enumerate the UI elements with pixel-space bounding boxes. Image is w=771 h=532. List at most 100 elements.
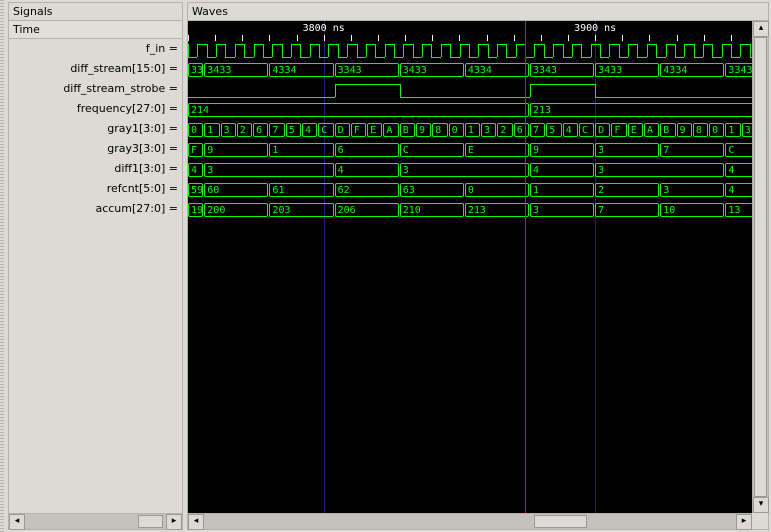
wave-row-gray3[interactable]: F916CE937C	[188, 141, 768, 161]
bus-value: 62	[335, 183, 399, 197]
bus-value: 7	[530, 123, 545, 137]
bus-value: 210	[400, 203, 464, 217]
wave-row-f_in[interactable]	[188, 41, 768, 61]
bus-value: 3	[530, 203, 594, 217]
bus-value: 3	[204, 163, 333, 177]
signal-name[interactable]: gray3[3:0] =	[9, 139, 182, 159]
bus-value: 2	[595, 183, 659, 197]
bus-value: 5	[286, 123, 301, 137]
bus-value: 4	[188, 163, 203, 177]
bus-value: 8	[693, 123, 708, 137]
bus-value: 213	[530, 103, 768, 117]
bus-value: 7	[660, 143, 724, 157]
bus-value: 1	[725, 123, 740, 137]
bus-value: 3	[595, 143, 659, 157]
signals-panel: Signals Time f_in =diff_stream[15:0] =di…	[8, 2, 183, 530]
bus-value: 3343	[530, 63, 594, 77]
bus-value: 9	[416, 123, 431, 137]
wave-row-diff_stream[interactable]: 33+343343343343343343343343343343343343	[188, 61, 768, 81]
bus-value: 4334	[269, 63, 333, 77]
signal-name[interactable]: diff1[3:0] =	[9, 159, 182, 179]
bus-value: 7	[595, 203, 659, 217]
bus-value: 3	[481, 123, 496, 137]
scroll-track[interactable]	[753, 37, 768, 497]
bus-value: 6	[253, 123, 268, 137]
bus-value: 1	[530, 183, 594, 197]
time-cursor[interactable]	[525, 21, 526, 513]
waves-v-scroll[interactable]: ▴ ▾	[752, 21, 768, 513]
timeline[interactable]: 3800 ns 3900 ns	[188, 21, 768, 41]
wave-row-frequency[interactable]: 214213	[188, 101, 768, 121]
time-label: 3900 ns	[574, 23, 616, 34]
bus-value: 4334	[465, 63, 529, 77]
bus-value: D	[595, 123, 610, 137]
bus-value: 61	[269, 183, 333, 197]
scroll-up-icon[interactable]: ▴	[753, 21, 769, 37]
scroll-left-icon[interactable]: ◂	[188, 514, 204, 530]
bus-value: 3433	[204, 63, 268, 77]
bus-value: 2	[237, 123, 252, 137]
signal-name[interactable]: accum[27:0] =	[9, 199, 182, 219]
waves-canvas[interactable]: 3800 ns3900 ns33+34334334334334334334334…	[188, 21, 768, 513]
scroll-thumb[interactable]	[138, 515, 163, 528]
bus-value: C	[400, 143, 464, 157]
wave-row-gray1[interactable]: 01326754CDFEAB9801326754CDFEAB9801326	[188, 121, 768, 141]
bus-value: E	[628, 123, 643, 137]
bus-value: 206	[335, 203, 399, 217]
scroll-down-icon[interactable]: ▾	[753, 497, 769, 513]
bus-value: A	[644, 123, 659, 137]
wave-row-diff_stream_strobe[interactable]	[188, 81, 768, 101]
bus-value: 0	[465, 183, 529, 197]
bus-value: 214	[188, 103, 529, 117]
scroll-track[interactable]	[25, 514, 166, 529]
bus-value: 5	[546, 123, 561, 137]
bus-value: E	[465, 143, 529, 157]
scroll-left-icon[interactable]: ◂	[9, 514, 25, 530]
bus-value: 4	[563, 123, 578, 137]
bus-value: 8	[432, 123, 447, 137]
bus-value: 0	[449, 123, 464, 137]
waves-panel: Waves 3800 ns3900 ns33+34334334334334334…	[187, 2, 769, 530]
time-label: 3800 ns	[303, 23, 345, 34]
bus-value: 196	[188, 203, 203, 217]
bus-value: 3433	[400, 63, 464, 77]
bus-value: C	[579, 123, 594, 137]
signal-name[interactable]: diff_stream_strobe =	[9, 79, 182, 99]
scroll-track[interactable]	[204, 514, 736, 529]
signals-h-scroll[interactable]: ◂ ▸	[9, 513, 182, 529]
signal-name[interactable]: frequency[27:0] =	[9, 99, 182, 119]
bus-value: 0	[188, 123, 203, 137]
signal-name[interactable]: gray1[3:0] =	[9, 119, 182, 139]
bus-value: 9	[204, 143, 268, 157]
bus-value: 59	[188, 183, 203, 197]
bus-value: 4334	[660, 63, 724, 77]
wave-row-diff1[interactable]: 4343434	[188, 161, 768, 181]
bus-value: 33+	[188, 63, 203, 77]
signals-subheader[interactable]: Time	[9, 21, 182, 39]
bus-value: 0	[709, 123, 724, 137]
wave-row-accum[interactable]: 196200203206210213371013	[188, 201, 768, 221]
waves-title: Waves	[188, 3, 768, 21]
signal-name[interactable]: f_in =	[9, 39, 182, 59]
bus-value: 4	[302, 123, 317, 137]
bus-value: B	[660, 123, 675, 137]
bus-value: C	[318, 123, 333, 137]
bus-value: 1	[465, 123, 480, 137]
waves-h-scroll[interactable]: ◂ ▸	[188, 513, 752, 529]
bus-value: 1	[204, 123, 219, 137]
bus-value: 63	[400, 183, 464, 197]
scroll-thumb[interactable]	[534, 515, 587, 528]
signal-name[interactable]: diff_stream[15:0] =	[9, 59, 182, 79]
bus-value: 200	[204, 203, 268, 217]
scroll-right-icon[interactable]: ▸	[166, 514, 182, 530]
resize-grip-left[interactable]	[0, 0, 4, 532]
bus-value: 1	[269, 143, 333, 157]
bus-value: F	[611, 123, 626, 137]
wave-row-refcnt[interactable]: 596061626301234	[188, 181, 768, 201]
scroll-right-icon[interactable]: ▸	[736, 514, 752, 530]
bus-value: 3343	[335, 63, 399, 77]
signal-name[interactable]: refcnt[5:0] =	[9, 179, 182, 199]
bus-value: 3433	[595, 63, 659, 77]
scroll-thumb[interactable]	[754, 37, 767, 497]
bus-value: 9	[677, 123, 692, 137]
